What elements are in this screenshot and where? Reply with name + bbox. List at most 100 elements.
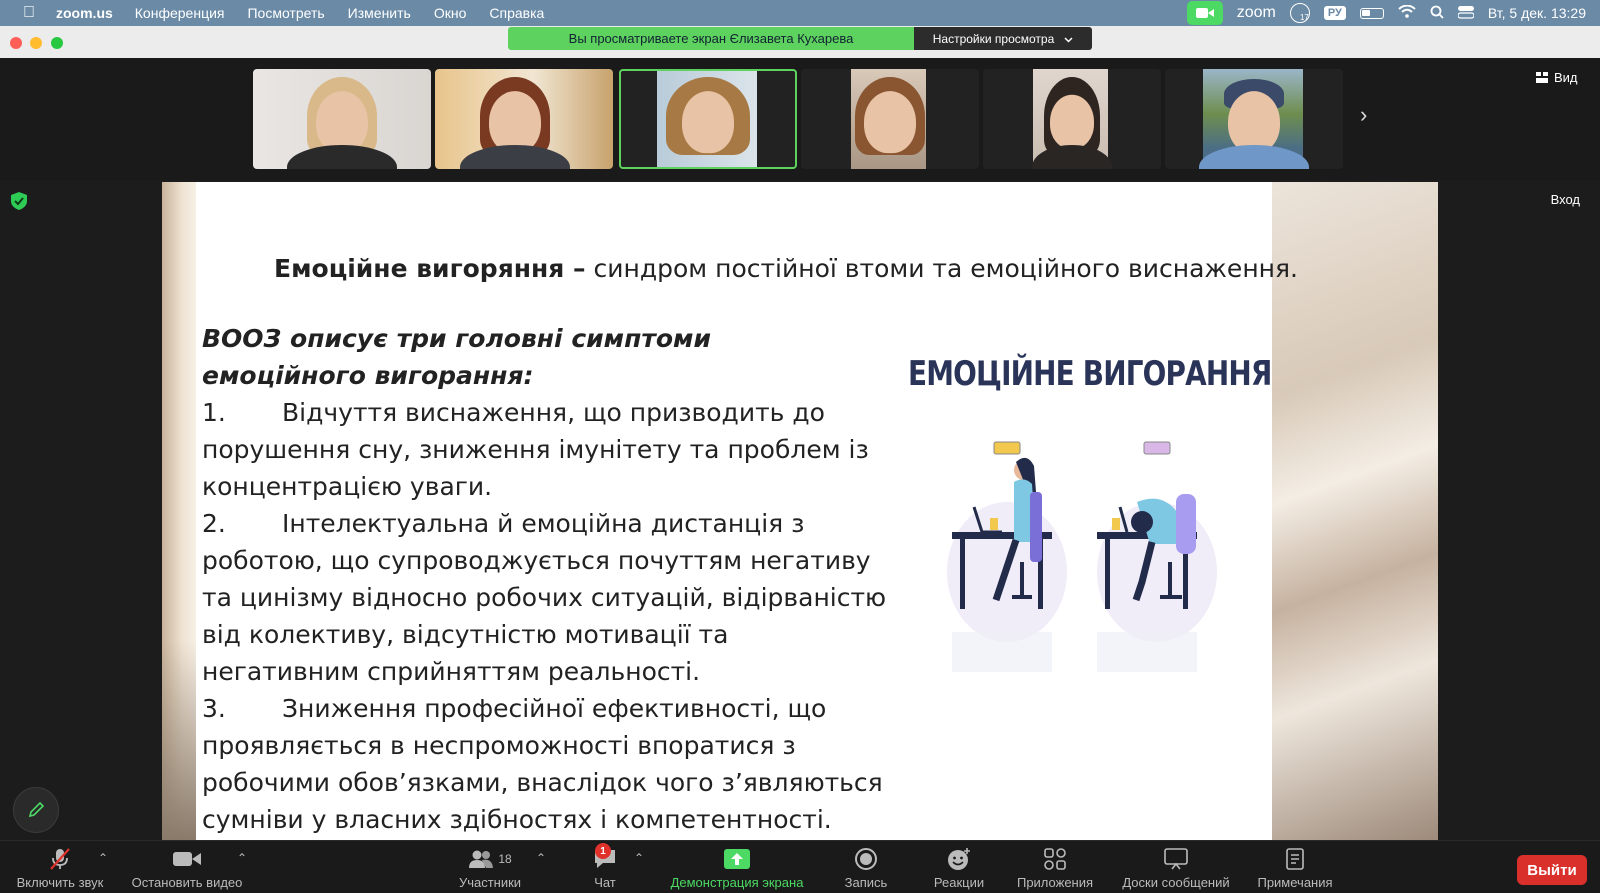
participants-count: 18	[498, 852, 512, 866]
menu-edit[interactable]: Изменить	[348, 5, 411, 21]
record-icon	[840, 847, 892, 871]
slide-title-definition: синдром постійної втоми та емоційного ви…	[585, 254, 1299, 283]
participants-button[interactable]: 18 Участники	[452, 847, 528, 890]
menu-conference[interactable]: Конференция	[135, 5, 225, 21]
chat-label: Чат	[594, 875, 616, 890]
symptom-item: 1. Відчуття виснаження, що призводить до …	[202, 394, 892, 505]
share-screen-button[interactable]: Демонстрация экрана	[660, 847, 814, 890]
participant-clothing	[460, 145, 571, 169]
symptom-number: 3.	[202, 694, 226, 723]
share-screen-icon	[660, 847, 814, 871]
audio-options-caret-icon[interactable]: ⌃	[98, 851, 108, 865]
battery-icon[interactable]	[1359, 7, 1384, 19]
chevron-right-icon[interactable]: ›	[1360, 102, 1367, 128]
participant-video-tile[interactable]	[801, 69, 979, 169]
chat-options-caret-icon[interactable]: ⌃	[634, 851, 644, 865]
apps-label: Приложения	[1016, 875, 1094, 890]
participants-icon	[469, 850, 494, 868]
stop-video-button[interactable]: Остановить видео	[126, 847, 248, 890]
burnout-illustration	[947, 441, 1217, 672]
participant-face	[489, 91, 542, 154]
unmute-label: Включить звук	[16, 875, 104, 890]
menu-view[interactable]: Посмотреть	[247, 5, 324, 21]
fullscreen-window-button[interactable]	[51, 37, 63, 49]
video-thumbnail-strip: › Вид	[0, 58, 1600, 180]
participant-video-tile-active-speaker[interactable]	[619, 69, 797, 169]
participant-video-tile[interactable]	[983, 69, 1161, 169]
chat-unread-badge: 1	[595, 843, 611, 859]
participant-video-tile[interactable]	[253, 69, 431, 169]
close-window-button[interactable]	[10, 37, 22, 49]
grid-view-icon	[1536, 72, 1548, 83]
participants-label: Участники	[458, 875, 522, 890]
symptoms-list: 1. Відчуття виснаження, що призводить до …	[202, 394, 892, 838]
participant-face	[316, 91, 368, 154]
wifi-icon[interactable]	[1398, 4, 1416, 21]
who-symptoms-heading: ВООЗ описує три головні симптоми емоційн…	[202, 324, 711, 390]
menu-app-name[interactable]: zoom.us	[56, 5, 113, 21]
view-layout-button[interactable]: Вид	[1536, 70, 1578, 85]
illustration-title: ЕМОЦІЙНЕ ВИГОРАННЯ	[908, 354, 1272, 394]
whiteboards-label: Доски сообщений	[1122, 875, 1230, 890]
participant-video-tile[interactable]	[435, 69, 613, 169]
menu-help[interactable]: Справка	[489, 5, 544, 21]
control-center-icon[interactable]	[1457, 5, 1475, 22]
slide-title-term: Емоційне вигоряння –	[274, 254, 586, 283]
whiteboards-button[interactable]: Доски сообщений	[1114, 847, 1238, 890]
meeting-toolbar: Включить звук ⌃ Остановить видео ⌃ 18 Уч…	[0, 840, 1600, 893]
shared-screen-area: Вход Емоційне вигоряння – синдром постій…	[0, 180, 1600, 840]
video-camera-icon	[126, 847, 248, 871]
security-shield-icon[interactable]	[11, 192, 27, 210]
participant-clothing	[287, 145, 397, 169]
menubar-datetime[interactable]: Вт, 5 дек. 13:29	[1488, 5, 1586, 21]
participant-face	[864, 91, 916, 154]
calendar-badge-icon[interactable]: 17	[1289, 3, 1310, 23]
participant-face	[1228, 91, 1280, 154]
whiteboard-icon	[1114, 847, 1238, 871]
leave-meeting-button[interactable]: Выйти	[1517, 855, 1587, 885]
spotlight-search-icon[interactable]	[1430, 5, 1444, 22]
notes-icon	[1252, 847, 1338, 871]
unmute-button[interactable]: Включить звук	[10, 847, 110, 890]
annotate-pencil-button[interactable]	[13, 787, 59, 833]
symptom-item: 3. Зниження професійної ефективності, що …	[202, 690, 892, 838]
muted-microphone-icon	[10, 847, 110, 871]
menu-window[interactable]: Окно	[434, 5, 467, 21]
apps-button[interactable]: Приложения	[1012, 847, 1098, 890]
chevron-down-icon	[1064, 32, 1073, 46]
view-settings-dropdown[interactable]: Настройки просмотра	[914, 27, 1092, 50]
reactions-button[interactable]: Реакции	[928, 847, 990, 890]
symptom-text: Зниження професійної ефективності, що пр…	[202, 694, 883, 834]
notes-button[interactable]: Примечания	[1252, 847, 1338, 890]
view-layout-label: Вид	[1554, 70, 1578, 85]
view-settings-label: Настройки просмотра	[932, 31, 1055, 46]
zoom-camera-status-icon[interactable]	[1186, 1, 1223, 25]
slide-title: Емоційне вигоряння – синдром постійної в…	[274, 254, 1298, 283]
screen-share-banner: Вы просматриваете экран Єлизавета Кухаре…	[508, 27, 1092, 50]
presentation-slide: Емоційне вигоряння – синдром постійної в…	[162, 182, 1438, 840]
input-language-indicator[interactable]: РУ	[1323, 6, 1346, 20]
viewing-screen-label: Вы просматриваете экран Єлизавета Кухаре…	[508, 27, 914, 50]
login-label[interactable]: Вход	[1551, 192, 1580, 207]
apple-icon[interactable]: 	[12, 4, 46, 22]
reactions-label: Реакции	[933, 875, 985, 890]
reactions-smiley-icon	[928, 847, 990, 871]
minimize-window-button[interactable]	[30, 37, 42, 49]
menubar-status-area: zoom 17 РУ Вт, 5 дек. 13:29	[1186, 0, 1586, 26]
stop-video-label: Остановить видео	[131, 875, 243, 890]
symptom-item: 2. Інтелектуальна й емоційна дистанція з …	[202, 505, 892, 690]
participant-face	[1050, 94, 1094, 149]
record-button[interactable]: Запись	[840, 847, 892, 890]
symptom-number: 2.	[202, 509, 226, 538]
window-titlebar: Вы просматриваете экран Єлизавета Кухаре…	[0, 26, 1600, 58]
macos-menubar:  zoom.us Конференция Посмотреть Изменит…	[0, 0, 1600, 26]
chat-icon-wrap: 1	[580, 843, 630, 871]
zoom-menubar-label[interactable]: zoom	[1237, 4, 1276, 22]
symptom-text: Інтелектуальна й емоційна дистанція з ро…	[202, 509, 887, 686]
participant-video-tile[interactable]	[1165, 69, 1343, 169]
record-label: Запись	[844, 875, 888, 890]
video-options-caret-icon[interactable]: ⌃	[237, 851, 247, 865]
apps-icon	[1012, 847, 1098, 871]
participants-options-caret-icon[interactable]: ⌃	[536, 851, 546, 865]
chat-button[interactable]: 1 Чат	[580, 843, 630, 890]
